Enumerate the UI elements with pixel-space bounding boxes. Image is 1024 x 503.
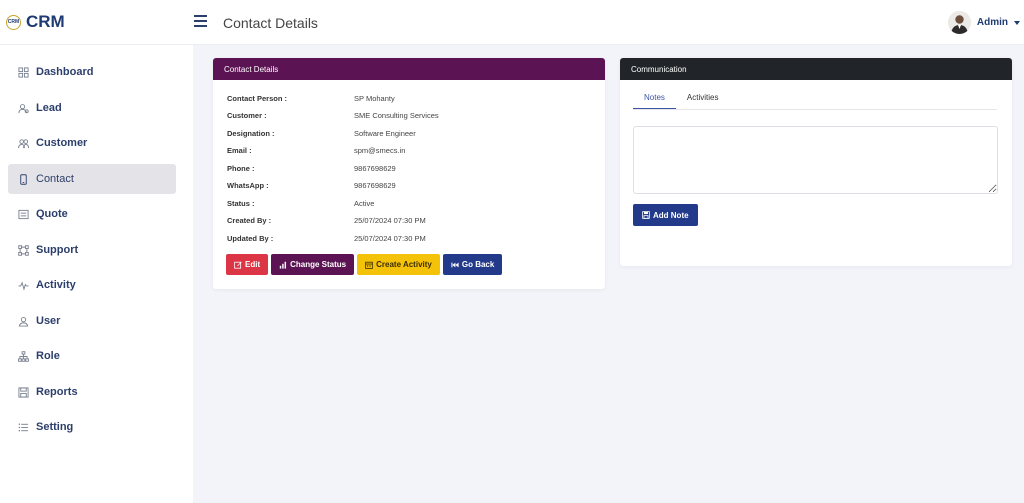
group-icon xyxy=(18,138,29,149)
dashboard-icon xyxy=(18,66,29,78)
sidebar-item-support[interactable]: Support xyxy=(8,235,176,265)
go-back-button-label: Go Back xyxy=(461,260,495,269)
contact-details-card: Contact Details Contact Person : SP Moha… xyxy=(213,58,605,289)
page-title: Contact Details xyxy=(223,15,318,31)
detail-label: WhatsApp : xyxy=(227,181,269,190)
edit-icon xyxy=(234,261,242,269)
edit-button[interactable]: Edit xyxy=(226,254,269,275)
detail-row: WhatsApp : 9867698629 xyxy=(227,181,396,190)
tab-notes[interactable]: Notes xyxy=(633,88,676,109)
add-note-button[interactable]: Add Note xyxy=(633,204,698,226)
tab-activities[interactable]: Activities xyxy=(676,88,730,109)
note-textarea[interactable] xyxy=(633,126,998,194)
detail-label: Customer : xyxy=(227,111,267,120)
pulse-icon xyxy=(18,280,29,291)
calendar-icon xyxy=(365,261,373,269)
detail-label: Contact Person : xyxy=(227,94,288,103)
report-icon xyxy=(18,386,29,398)
save-icon xyxy=(642,211,650,219)
detail-value: SP Mohanty xyxy=(354,94,395,103)
detail-value: 25/07/2024 07:30 PM xyxy=(354,216,426,225)
sidebar-item-label: Support xyxy=(36,244,79,256)
sidebar-item-activity[interactable]: Activity xyxy=(8,270,176,300)
user-name: Admin xyxy=(976,17,1008,28)
avatar xyxy=(947,11,971,34)
phone-icon xyxy=(18,173,29,185)
detail-value: spm@smecs.in xyxy=(354,146,406,155)
detail-label: Email : xyxy=(227,146,252,155)
sidebar-item-label: Setting xyxy=(36,421,74,433)
create-activity-button-label: Create Activity xyxy=(376,260,432,269)
sidebar-item-customer[interactable]: Customer xyxy=(8,128,176,158)
detail-row: Email : spm@smecs.in xyxy=(227,146,405,155)
detail-row: Customer : SME Consulting Services xyxy=(227,111,439,120)
user-icon xyxy=(18,316,29,327)
detail-row: Phone : 9867698629 xyxy=(227,164,396,173)
communication-card: Communication Notes Activities Add Note xyxy=(620,58,1012,266)
detail-label: Phone : xyxy=(227,164,255,173)
sidebar-item-label: Lead xyxy=(36,102,62,114)
rewind-icon xyxy=(451,262,459,267)
chevron-down-icon xyxy=(1014,20,1020,25)
top-bar: CRM CRM Contact Details Admin xyxy=(0,0,1024,45)
create-activity-button[interactable]: Create Activity xyxy=(357,254,440,275)
contact-details-header: Contact Details xyxy=(213,58,605,80)
users-icon xyxy=(18,103,29,114)
detail-label: Status : xyxy=(227,199,255,208)
sidebar-item-dashboard[interactable]: Dashboard xyxy=(8,57,176,87)
change-status-button[interactable]: Change Status xyxy=(271,254,355,275)
menu-toggle-icon[interactable] xyxy=(194,15,207,27)
detail-label: Designation : xyxy=(227,129,275,138)
sidebar-item-label: Contact xyxy=(36,173,74,185)
settings-list-icon xyxy=(18,422,29,433)
bar-chart-icon xyxy=(279,261,287,269)
detail-row: Designation : Software Engineer xyxy=(227,129,416,138)
sidebar-item-label: Customer xyxy=(36,137,88,149)
detail-value: Active xyxy=(354,199,375,208)
edit-button-label: Edit xyxy=(245,260,261,269)
contact-actions: Edit Change Status Create Activity Go Ba… xyxy=(226,254,503,275)
nodes-icon xyxy=(18,244,29,256)
detail-row: Updated By : 25/07/2024 07:30 PM xyxy=(227,234,426,243)
hierarchy-icon xyxy=(18,350,29,362)
logo-mark: CRM xyxy=(6,14,21,30)
detail-value: SME Consulting Services xyxy=(354,111,439,120)
sidebar-item-reports[interactable]: Reports xyxy=(8,377,176,407)
detail-label: Updated By : xyxy=(227,234,274,243)
change-status-button-label: Change Status xyxy=(290,260,347,269)
go-back-button[interactable]: Go Back xyxy=(442,254,503,275)
communication-tabs: Notes Activities xyxy=(633,88,997,110)
sidebar: Dashboard Lead Customer Contact Quote Su… xyxy=(0,45,193,503)
detail-row: Status : Active xyxy=(227,199,374,208)
detail-row: Contact Person : SP Mohanty xyxy=(227,94,395,103)
sidebar-item-label: Reports xyxy=(36,386,78,398)
sidebar-item-user[interactable]: User xyxy=(8,306,176,336)
sidebar-item-label: User xyxy=(36,315,61,327)
detail-row: Created By : 25/07/2024 07:30 PM xyxy=(227,216,426,225)
list-icon xyxy=(18,209,29,220)
detail-value: 25/07/2024 07:30 PM xyxy=(354,234,426,243)
detail-value: 9867698629 xyxy=(354,164,396,173)
sidebar-item-label: Dashboard xyxy=(36,66,94,78)
user-menu[interactable]: Admin xyxy=(947,11,1020,34)
sidebar-item-label: Role xyxy=(36,350,60,362)
detail-value: 9867698629 xyxy=(354,181,396,190)
logo[interactable]: CRM CRM xyxy=(6,12,65,32)
logo-text: CRM xyxy=(26,12,65,31)
sidebar-item-setting[interactable]: Setting xyxy=(8,412,176,442)
add-note-button-label: Add Note xyxy=(653,210,689,220)
detail-value: Software Engineer xyxy=(354,129,416,138)
sidebar-item-role[interactable]: Role xyxy=(8,341,176,371)
sidebar-item-label: Quote xyxy=(36,208,68,220)
sidebar-item-contact[interactable]: Contact xyxy=(8,164,176,194)
sidebar-item-lead[interactable]: Lead xyxy=(8,93,176,123)
sidebar-item-quote[interactable]: Quote xyxy=(8,199,176,229)
sidebar-item-label: Activity xyxy=(36,279,76,291)
detail-label: Created By : xyxy=(227,216,272,225)
communication-header: Communication xyxy=(620,58,1012,80)
